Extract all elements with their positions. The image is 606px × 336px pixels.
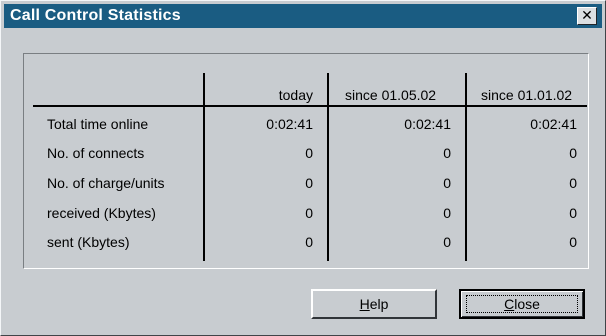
cell-value: 0 [305, 234, 313, 250]
row-label-connects: No. of connects [47, 145, 145, 161]
cell-value: 0 [443, 205, 451, 221]
cell-value: 0 [305, 145, 313, 161]
cell-value: 0 [443, 175, 451, 191]
row-label-sent: sent (Kbytes) [47, 234, 130, 250]
cell-value: 0 [443, 145, 451, 161]
title-bar[interactable]: Call Control Statistics ✕ [4, 4, 602, 28]
cell-value: 0 [569, 205, 577, 221]
row-label-charge-units: No. of charge/units [47, 175, 165, 191]
window-title: Call Control Statistics [10, 7, 181, 24]
column-header-since-year: since 01.01.02 [481, 87, 573, 103]
help-label: elp [369, 296, 389, 312]
cell-value: 0 [569, 234, 577, 250]
column-header-today: today [278, 87, 313, 103]
header-divider [33, 105, 587, 107]
dialog-window: Call Control Statistics ✕ today since 01… [0, 0, 606, 336]
cell-value: 0 [569, 175, 577, 191]
cell-value: 0 [305, 175, 313, 191]
cell-value: 0 [443, 234, 451, 250]
cell-value: 0:02:41 [266, 116, 313, 132]
close-button[interactable]: Close [459, 289, 585, 319]
row-label-total-time: Total time online [47, 116, 149, 132]
cell-value: 0:02:41 [404, 116, 451, 132]
row-label-received: received (Kbytes) [47, 205, 156, 221]
focus-rectangle [466, 295, 578, 313]
column-divider [203, 73, 205, 261]
help-mnemonic: H [359, 296, 370, 312]
column-divider [327, 73, 329, 261]
cell-value: 0 [305, 205, 313, 221]
cell-value: 0 [569, 145, 577, 161]
column-header-since-month: since 01.05.02 [345, 87, 437, 103]
help-button[interactable]: Help [311, 289, 437, 319]
column-divider [465, 73, 467, 261]
cell-value: 0:02:41 [530, 116, 577, 132]
close-icon[interactable]: ✕ [577, 7, 597, 25]
